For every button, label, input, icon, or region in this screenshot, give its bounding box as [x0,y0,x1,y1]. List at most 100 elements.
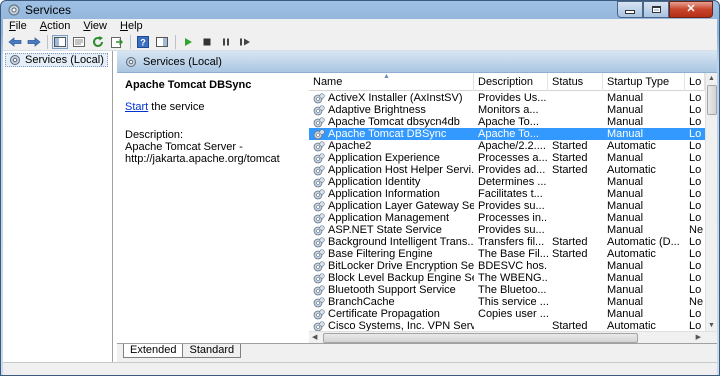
export-list-button[interactable] [109,35,125,49]
service-description-cell: Provides su... [478,200,545,212]
service-startup-type-cell: Manual [607,296,644,308]
refresh-icon [93,35,103,47]
service-status-cell: Started [552,164,588,176]
service-log-on-cell: Lo [689,104,702,116]
services-window: Services ✕ File Action View Help ? Servi… [0,0,720,376]
back-button[interactable] [7,35,23,49]
pause-service-button[interactable] [218,35,234,49]
service-row[interactable]: Base Filtering Engine The Base Fil... Star… [309,248,705,260]
menu-view[interactable]: View [77,20,114,32]
service-description-cell: Apache To... [478,128,539,140]
service-row[interactable]: Background Intelligent Trans... Transfers… [309,236,705,248]
service-row[interactable]: Application Experience Processes a... Star… [309,152,705,164]
scroll-right-icon[interactable]: ▶ [696,333,701,341]
action-pane-button[interactable] [154,35,170,49]
service-gear-icon [313,188,325,199]
minimize-button[interactable] [617,1,643,18]
close-button[interactable]: ✕ [669,1,713,18]
column-header-startup-type[interactable]: Startup Type [603,73,685,91]
menu-action[interactable]: Action [34,20,78,32]
service-name-cell: ActiveX Installer (AxInstSV) [309,92,474,104]
service-row[interactable]: ASP.NET State Service Provides su... Manua… [309,224,705,236]
properties-button[interactable] [71,35,87,49]
column-header-log-on-as[interactable]: Lo [685,73,705,91]
tab-extended[interactable]: Extended [123,344,184,358]
vertical-scroll-thumb[interactable] [707,85,717,115]
service-name-cell: Apache Tomcat dbsycn4db [309,116,474,128]
service-name-cell: Application Information [309,188,474,200]
service-row[interactable]: Certificate Propagation Copies user ... Ma… [309,308,705,320]
service-gear-icon [313,152,325,163]
title-bar[interactable]: Services ✕ [1,1,719,19]
show-hide-tree-button[interactable] [52,34,68,49]
refresh-button[interactable] [90,35,106,49]
service-row[interactable]: Apache Tomcat DBSync Apache To... Manual Lo [309,128,705,140]
column-header-description[interactable]: Description [474,73,548,91]
service-log-on-cell: Lo [689,272,702,284]
vertical-scrollbar[interactable]: ▲ ▼ [705,73,717,331]
service-status-cell [548,296,603,308]
client-area: Services (Local) Services (Local) Apache… [3,51,717,362]
service-row[interactable]: Application Layer Gateway Se... Provides … [309,200,705,212]
list-rows: ActiveX Installer (AxInstSV) Provides Us.… [309,92,705,332]
services-gear-icon [126,56,136,67]
service-startup-type-cell: Automatic [607,140,656,152]
service-row[interactable]: Bluetooth Support Service The Bluetoo... M… [309,284,705,296]
service-startup-type-cell: Manual [607,152,644,164]
maximize-icon [651,6,661,13]
horizontal-scrollbar[interactable]: ◀ ▶ [309,331,717,343]
service-startup-type-cell: Manual [607,308,644,320]
help-button[interactable]: ? [135,35,151,49]
service-name-cell: Adaptive Brightness [309,104,474,116]
service-description-cell: The Base Fil... [478,248,548,260]
scroll-up-icon[interactable]: ▲ [708,75,715,82]
service-row[interactable]: Adaptive Brightness Monitors a... Manual Lo [309,104,705,116]
tab-standard[interactable]: Standard [182,344,242,358]
services-gear-icon [8,4,20,16]
service-name: Application Layer Gateway Se... [328,200,474,212]
service-startup-type-cell: Manual [607,200,644,212]
service-row[interactable]: BitLocker Drive Encryption Se... BDESVC h… [309,260,705,272]
service-description-cell: Facilitates t... [478,188,543,200]
maximize-button[interactable] [643,1,669,18]
column-header-name[interactable]: ▲ Name [309,73,474,91]
service-startup-type-cell: Manual [607,116,644,128]
start-service-link[interactable]: Start [125,101,148,113]
service-row[interactable]: Apache Tomcat dbsycn4db Apache To... Manua… [309,116,705,128]
scroll-left-icon[interactable]: ◀ [312,333,317,341]
service-status-cell [548,176,603,188]
service-name-cell: Certificate Propagation [309,308,474,320]
service-row[interactable]: Application Management Processes in... Man… [309,212,705,224]
service-gear-icon [313,116,325,127]
horizontal-scroll-thumb[interactable] [323,333,638,343]
column-header-status[interactable]: Status [548,73,603,91]
menu-help[interactable]: Help [114,20,150,32]
service-row[interactable]: Application Host Helper Servi... Provides… [309,164,705,176]
restart-service-button[interactable] [237,35,253,49]
service-name-cell: ASP.NET State Service [309,224,474,236]
service-status-cell [548,272,603,284]
forward-button[interactable] [26,35,42,49]
service-row[interactable]: BranchCache This service ... Manual Ne [309,296,705,308]
service-row[interactable]: Application Identity Determines ... Manual… [309,176,705,188]
stop-service-button[interactable] [199,35,215,49]
service-row[interactable]: Block Level Backup Engine Se... The WBENG… [309,272,705,284]
service-description-cell: This service ... [478,296,548,308]
service-name: Apache Tomcat DBSync [328,128,447,140]
service-log-on-cell: Lo [689,212,702,224]
scroll-down-icon[interactable]: ▼ [708,322,715,329]
service-row[interactable]: Apache2 Apache/2.2.... Started Automatic Lo [309,140,705,152]
service-status-cell: Started [552,248,588,260]
service-gear-icon [313,200,325,211]
service-gear-icon [313,260,325,271]
service-status-cell: Started [552,152,588,164]
menu-file[interactable]: File [3,20,34,32]
service-status-cell [548,92,603,104]
start-service-button[interactable] [180,35,196,49]
pane-header: Services (Local) [117,51,717,73]
extended-description-pane: Apache Tomcat DBSync Start the service D… [117,73,305,343]
service-log-on-cell: Lo [689,260,702,272]
service-row[interactable]: Application Information Facilitates t... M… [309,188,705,200]
tree-item-services-local[interactable]: Services (Local) [5,53,108,67]
service-row[interactable]: ActiveX Installer (AxInstSV) Provides Us.… [309,92,705,104]
